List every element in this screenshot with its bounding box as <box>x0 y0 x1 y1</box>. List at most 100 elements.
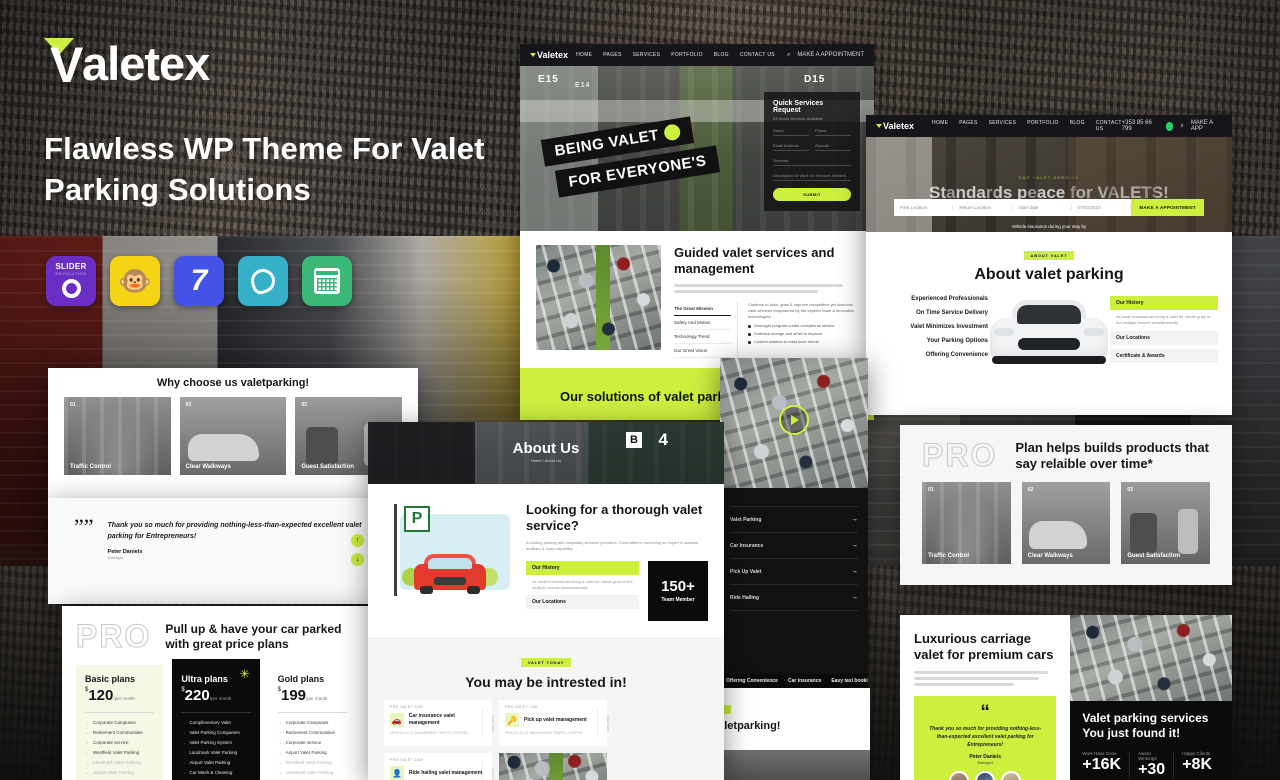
accordion-certificate-awards[interactable]: Certificate & Awards <box>1110 348 1218 363</box>
mockup-homepage-two[interactable]: Valetex HOME PAGES SERVICES PORTFOLIO BL… <box>866 115 1232 415</box>
prev-arrow-icon[interactable]: ↑ <box>351 534 364 547</box>
nav-item[interactable]: PAGES <box>603 52 621 58</box>
nav-item[interactable]: PORTFOLIO <box>671 52 703 58</box>
return-location-field[interactable]: Return Location <box>953 205 1013 210</box>
plan-feature: Complimentary Valet <box>181 720 250 726</box>
tab-technology-trend[interactable]: Technology Trend <box>674 330 731 344</box>
tab-list[interactable]: The Great Mission Safety And Motion Tech… <box>674 302 858 358</box>
plan-feature: Landmark Valet Parking <box>85 760 154 766</box>
nav-right[interactable]: ⌕ MAKE A APPOINTMENT <box>787 52 864 59</box>
start-date-field[interactable]: Start date <box>1013 205 1073 210</box>
play-button[interactable] <box>779 405 809 435</box>
nav-right[interactable]: +353 85 66 799 ⌕ MAKE A APP <box>1122 120 1222 132</box>
zipcode-field[interactable]: Zipcode <box>815 143 851 151</box>
email-field[interactable]: Email Address <box>773 143 809 151</box>
services-field[interactable]: Services <box>773 158 851 166</box>
tile-traffic-control[interactable]: 01 Traffic Control <box>64 397 171 475</box>
nav-item[interactable]: CONTACT US <box>740 52 775 58</box>
carousel-arrows[interactable]: ↑ ↓ <box>351 534 364 572</box>
about-point: Your Parking Options <box>926 338 988 344</box>
search-icon[interactable]: ⌕ <box>1180 123 1183 130</box>
mockup-luxurious-carriage[interactable]: Luxurious carriage valet for premium car… <box>900 615 1232 780</box>
list-item[interactable]: Valet Parking → <box>730 506 858 532</box>
mockup-testimonial-strip[interactable]: ”” Thank you so much for providing nothi… <box>48 498 378 604</box>
make-appointment-button[interactable]: MAKE A APPOINTMENT <box>1131 199 1205 216</box>
appointment-link[interactable]: MAKE A APP <box>1191 120 1222 132</box>
nav-links[interactable]: HOME PAGES SERVICES PORTFOLIO BLOG CONTA… <box>576 52 775 58</box>
list-item[interactable]: Car Insurance → <box>730 532 858 558</box>
plugin-elementor[interactable]: 7 <box>174 256 224 306</box>
mockup-why-choose-us[interactable]: Why choose us valetparking! 01 Traffic C… <box>48 368 418 498</box>
nav-item[interactable]: CONTACT US <box>1096 120 1122 132</box>
nav-item[interactable]: PORTFOLIO <box>1027 120 1059 132</box>
plugin-wpbakery[interactable] <box>238 256 288 306</box>
tab-great-vision[interactable]: Our Great Vision <box>674 344 731 358</box>
end-date-field[interactable]: 07/01/2023 <box>1072 205 1132 210</box>
nav-links[interactable]: HOME PAGES SERVICES PORTFOLIO BLOG CONTA… <box>932 120 1122 132</box>
mockup-about-us[interactable]: B 4 About Us Home / About Us P Looking f… <box>368 422 724 780</box>
nav-item[interactable]: BLOG <box>714 52 729 58</box>
next-arrow-icon[interactable]: ↓ <box>351 553 364 566</box>
mockup-pricing[interactable]: PRO Pull up & have your car parked with … <box>62 606 370 780</box>
appointment-link[interactable]: MAKE A APPOINTMENT <box>797 52 864 58</box>
list-item[interactable]: Ride Hailing → <box>730 584 858 611</box>
nav-item[interactable]: PAGES <box>959 120 977 132</box>
accordion-our-locations[interactable]: Our Locations <box>1110 330 1218 345</box>
plan-gold[interactable]: Gold plans $199/per month Corporate Camp… <box>268 665 356 780</box>
parking-illustration: P <box>384 502 512 602</box>
card-pick-up-valet[interactable]: PRO VALET CAR 🔑 Pick up valet management … <box>499 700 610 746</box>
tile-guest-satisfaction[interactable]: 03 Guest Satisfaction <box>1121 482 1211 564</box>
list-item[interactable]: Pick Up Valet → <box>730 558 858 584</box>
tab-great-mission[interactable]: The Great Mission <box>674 302 731 316</box>
search-icon[interactable]: ⌕ <box>787 52 790 59</box>
phone-number[interactable]: +353 85 66 799 <box>1122 120 1159 132</box>
list-item-label: Car Insurance <box>730 542 764 549</box>
about-point: Experienced Professionals <box>911 296 988 302</box>
submit-button[interactable]: SUBMIT <box>773 188 851 201</box>
nav-item[interactable]: HOME <box>932 120 948 132</box>
plugin-slider-revolution[interactable]: SLIDER REVOLUTION <box>46 256 96 306</box>
tab-safety-and-motion[interactable]: Safety And Motion <box>674 316 731 330</box>
plan-feature: Corporate service <box>278 740 347 746</box>
mockup-valetparking-card[interactable]: → valetparking! <box>700 688 870 780</box>
plan-ultra[interactable]: ✳ Ultra plans $220/per month Complimenta… <box>172 659 260 780</box>
about-accordion[interactable]: Our History As small business servicing … <box>1110 295 1218 367</box>
tile-number: 02 <box>1027 487 1034 493</box>
quick-service-form[interactable]: Quick Services Request 24 Hours Services… <box>764 92 860 211</box>
plugin-badges: SLIDER REVOLUTION 🐵 7 <box>46 256 352 306</box>
page-title: About Us <box>512 440 580 457</box>
nav-logo[interactable]: Valetex <box>876 121 914 131</box>
accordion-our-locations[interactable]: Our Locations <box>526 595 639 609</box>
pro-wordmark: PRO <box>75 618 152 655</box>
tile-clear-walkways[interactable]: 02 Clear Walkways <box>1021 482 1111 564</box>
feature-tiles: 01 Traffic Control 02 Clear Walkways 03 … <box>900 482 1232 564</box>
hero-banner: E15 E14 D15 BEING VALET FOR EVERYONE'S Q… <box>520 66 874 231</box>
plugin-events-calendar[interactable] <box>302 256 352 306</box>
plan-cards: Basic plans $120/per month Corporate Cam… <box>62 659 370 780</box>
aerial-video-thumbnail[interactable] <box>720 358 868 488</box>
nav-logo[interactable]: Valetex <box>530 50 568 60</box>
looking-accordion[interactable]: Our History As small business servicing … <box>526 561 639 621</box>
nav-item[interactable]: SERVICES <box>633 52 661 58</box>
tile-clear-walkways[interactable]: 02 Clear Walkways <box>179 397 287 475</box>
accordion-our-history[interactable]: Our History <box>526 561 639 575</box>
stat-happy-clients: Happy Clients +8K <box>1174 751 1220 779</box>
tile-traffic-control[interactable]: 01 Traffic Control <box>922 482 1011 564</box>
card-car-insurance[interactable]: PRO VALET CAR 🚗 Car insurance valet manag… <box>384 700 495 746</box>
accordion-our-history[interactable]: Our History <box>1110 295 1218 310</box>
description-field[interactable]: Description Of Work Or Services Needed <box>773 173 851 181</box>
nav-item[interactable]: SERVICES <box>989 120 1017 132</box>
plugin-mailchimp[interactable]: 🐵 <box>110 256 160 306</box>
card-ride-hailing[interactable]: PRO VALET CAR 👤 Ride hailing valet manage… <box>384 753 495 780</box>
mockup-pro-plan[interactable]: PRO Plan helps builds products that say … <box>900 425 1232 585</box>
phone-field[interactable]: Phone <box>815 128 851 136</box>
plan-basic[interactable]: Basic plans $120/per month Corporate Cam… <box>76 665 164 780</box>
service-link-list[interactable]: Valet Parking → Car Insurance → Pick Up Va… <box>720 488 868 611</box>
mockup-dark-services[interactable]: Valet Parking → Car Insurance → Pick Up Va… <box>720 358 868 688</box>
name-field[interactable]: Name <box>773 128 809 136</box>
park-location-field[interactable]: Park Location <box>894 205 954 210</box>
nav-item[interactable]: BLOG <box>1070 120 1085 132</box>
whatsapp-icon[interactable] <box>1165 121 1174 131</box>
booking-search-bar[interactable]: Park Location Return Location Start date… <box>894 199 1205 216</box>
nav-item[interactable]: HOME <box>576 52 592 58</box>
